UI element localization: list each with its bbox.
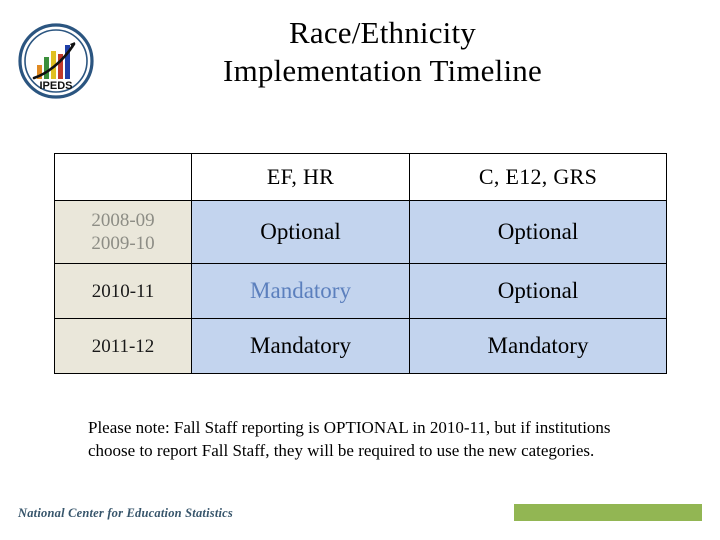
page-title-line-2: Implementation Timeline: [223, 53, 542, 88]
period-line-2: 2009-10: [91, 233, 155, 254]
column-header-ef-hr: EF, HR: [191, 153, 410, 201]
period-cell-2011-12: 2011-12: [54, 318, 192, 374]
column-header-c-e12-grs: C, E12, GRS: [409, 153, 667, 201]
status-c-e12-grs-2010-11: Optional: [409, 263, 667, 319]
table-row: 2011-12 Mandatory Mandatory: [54, 318, 667, 374]
page-title: Race/Ethnicity Implementation Timeline: [110, 14, 655, 90]
ipeds-logo-wordmark: IPEDS: [39, 80, 72, 92]
status-ef-hr-2011-12: Mandatory: [191, 318, 410, 374]
ipeds-logo: IPEDS: [16, 21, 96, 101]
period-cell-2008-2010: 2008-09 2009-10: [54, 200, 192, 264]
implementation-timeline-table: EF, HR C, E12, GRS 2008-09 2009-10 Optio…: [54, 153, 667, 374]
period-cell-2010-11: 2010-11: [54, 263, 192, 319]
period-line-1: 2011-12: [91, 335, 155, 357]
table-header-row: EF, HR C, E12, GRS: [54, 153, 667, 201]
status-c-e12-grs-2011-12: Mandatory: [409, 318, 667, 374]
status-ef-hr-2008-2010: Optional: [191, 200, 410, 264]
status-c-e12-grs-2008-2010: Optional: [409, 200, 667, 264]
table-row: 2010-11 Mandatory Optional: [54, 263, 667, 319]
period-line-1: 2010-11: [91, 280, 155, 302]
footer-organization-label: National Center for Education Statistics: [18, 506, 233, 520]
column-header-period: [54, 153, 192, 201]
footer-accent-bar: [514, 504, 702, 521]
period-line-1: 2008-09: [91, 210, 155, 231]
table-row: 2008-09 2009-10 Optional Optional: [54, 200, 667, 264]
page-title-line-1: Race/Ethnicity: [288, 15, 476, 50]
status-ef-hr-2010-11: Mandatory: [191, 263, 410, 319]
please-note-text: Please note: Fall Staff reporting is OPT…: [88, 418, 611, 460]
